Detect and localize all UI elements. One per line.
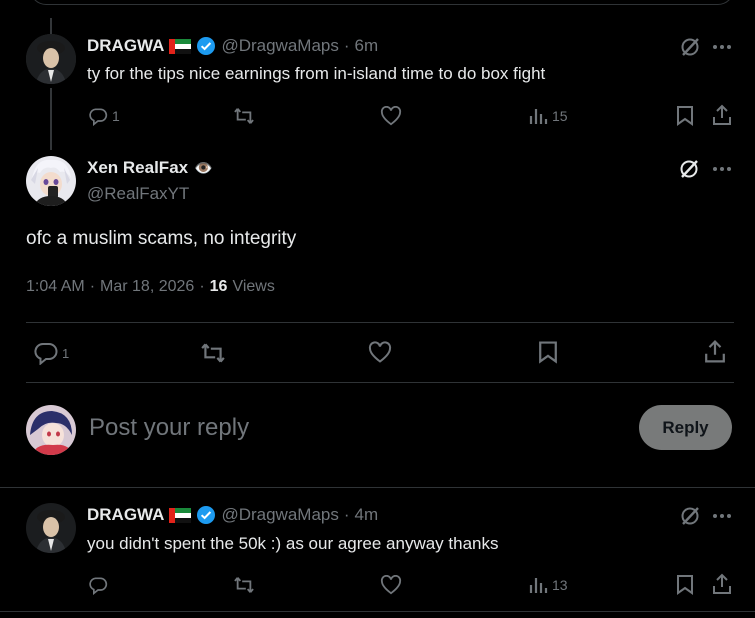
reply-icon [34,341,58,365]
separator: · [89,278,96,295]
eye-emoji: 👁️ [194,160,213,177]
divider [26,322,734,323]
view-count: 15 [552,108,568,124]
reply-icon [88,575,108,595]
reply-count: 1 [62,345,70,361]
avatar[interactable] [26,156,76,206]
verified-badge-icon[interactable] [196,505,216,525]
repost-action[interactable] [233,106,255,126]
views-label: Views [232,278,275,295]
author-name[interactable]: DRAGWA [87,505,164,525]
share-icon[interactable] [712,573,732,595]
tweet-date[interactable]: Mar 18, 2026 [100,278,194,296]
divider [0,487,755,488]
reply-input[interactable]: Post your reply [89,414,249,442]
like-action[interactable] [380,106,402,126]
more-icon[interactable] [712,44,732,50]
uae-flag-icon [169,507,192,523]
avatar[interactable] [26,503,76,553]
verified-badge-icon[interactable] [196,36,216,56]
reply-action[interactable] [88,575,108,595]
heart-icon[interactable] [368,341,392,364]
reply-action[interactable]: 1 [34,341,69,365]
repost-icon [233,575,255,595]
thread-line [50,18,52,34]
grok-icon[interactable] [679,36,701,58]
timestamp[interactable]: 4m [355,505,379,525]
like-action[interactable] [380,575,402,595]
reply-text: ty for the tips nice earnings from in-is… [87,64,546,83]
reply-count: 1 [112,108,120,124]
view-count: 13 [552,577,568,593]
thread-line [50,88,52,150]
separator: · [199,278,205,295]
grok-icon[interactable] [679,505,701,527]
author-handle[interactable]: @RealFaxYT [87,184,189,204]
more-icon[interactable] [712,166,732,172]
grok-icon[interactable] [678,158,700,180]
views-action[interactable]: 15 [528,106,568,126]
repost-icon [233,106,255,126]
reply-text: you didn't spent the 50k :) as our agree… [87,534,499,553]
previous-card-edge [30,0,734,5]
bookmark-icon[interactable] [538,340,558,364]
tweet-header: Xen RealFax 👁️ [87,158,213,178]
reply-action[interactable]: 1 [88,106,120,126]
heart-icon [380,575,402,595]
avatar[interactable] [26,34,76,84]
reply-button[interactable]: Reply [639,405,732,450]
divider [26,382,734,383]
separator: · [343,36,350,55]
author-name[interactable]: DRAGWA [87,36,164,56]
author-handle[interactable]: @DragwaMaps [221,36,338,56]
reply-header: DRAGWA @DragwaMaps · 4m [87,505,378,525]
divider [0,611,755,612]
bookmark-icon[interactable] [676,574,694,595]
share-icon[interactable] [712,104,732,126]
analytics-icon [528,575,548,595]
repost-icon[interactable] [200,341,226,365]
author-handle[interactable]: @DragwaMaps [221,505,338,525]
views-count: 16 [209,278,228,295]
heart-icon [380,106,402,126]
reply-header: DRAGWA @DragwaMaps · 6m [87,36,378,56]
analytics-icon [528,106,548,126]
more-icon[interactable] [712,513,732,519]
tweet-meta: 1:04 AM · Mar 18, 2026 · 16 Views [26,278,275,296]
reply-icon [88,106,108,126]
bookmark-icon[interactable] [676,105,694,126]
tweet-time[interactable]: 1:04 AM [26,278,85,296]
avatar[interactable] [26,405,76,455]
views-action[interactable]: 13 [528,575,568,595]
repost-action[interactable] [233,575,255,595]
share-icon[interactable] [704,339,726,364]
uae-flag-icon [169,38,192,54]
tweet-text: ofc a muslim scams, no integrity [26,228,297,249]
separator: · [343,505,350,524]
timestamp[interactable]: 6m [355,36,379,56]
author-name[interactable]: Xen RealFax [87,158,188,178]
